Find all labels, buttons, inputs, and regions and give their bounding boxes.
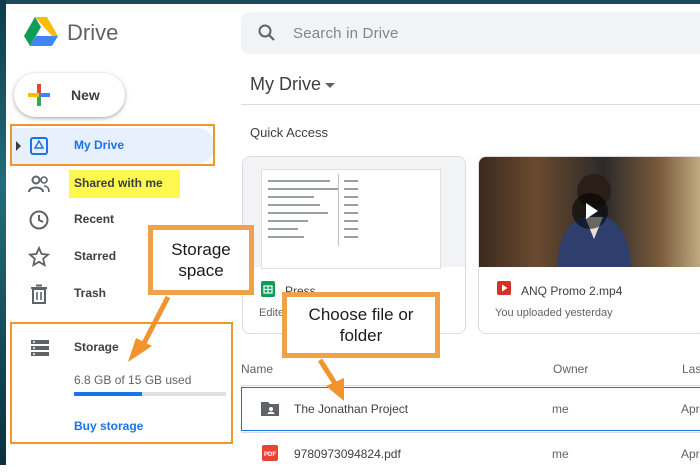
new-button-label: New [71, 87, 100, 103]
column-header-owner[interactable]: Owner [553, 362, 588, 376]
app-header: Drive Search in Drive [6, 4, 700, 62]
sheets-icon [261, 281, 275, 297]
selected-row-outline [241, 387, 700, 431]
spreadsheet-preview [261, 169, 441, 269]
header-divider [241, 104, 700, 105]
play-button[interactable] [572, 193, 608, 229]
play-icon [586, 203, 598, 219]
storage-callout: Storage space [148, 225, 254, 295]
plus-icon [28, 84, 50, 106]
card-subtitle: Edite [259, 307, 285, 319]
sidebar-item-label: Starred [74, 249, 117, 263]
sidebar-item-label: Shared with me [74, 176, 163, 190]
search-input[interactable]: Search in Drive [293, 25, 399, 42]
row-divider [241, 385, 700, 386]
choose-callout-text: Choose file or folder [308, 305, 414, 345]
card-name: ANQ Promo 2.mp4 [521, 284, 623, 298]
quick-access-card[interactable]: ANQ Promo 2.mp4 You uploaded yesterday [478, 156, 700, 334]
trash-icon [31, 284, 47, 304]
table-row[interactable]: PDF 9780973094824.pdf me Apr [241, 433, 700, 475]
search-bar[interactable]: Search in Drive [241, 12, 700, 54]
clock-icon [29, 210, 49, 230]
screen-edge-left [0, 0, 6, 465]
file-name: 9780973094824.pdf [294, 447, 401, 461]
my-drive-annotation-box [10, 124, 215, 166]
column-header-name[interactable]: Name [241, 362, 273, 376]
app-brand: Drive [67, 20, 119, 45]
pdf-icon: PDF [262, 445, 278, 461]
drive-logo-icon[interactable] [24, 16, 58, 48]
new-button[interactable]: New [14, 73, 125, 117]
file-modified: Apr [681, 447, 700, 461]
shared-icon [28, 175, 50, 193]
column-header-modified[interactable]: Las [682, 362, 700, 376]
card-thumbnail [243, 157, 465, 269]
storage-annotation-box [10, 322, 233, 444]
video-file-icon [497, 281, 511, 295]
card-subtitle: You uploaded yesterday [495, 307, 613, 319]
star-icon [28, 246, 50, 268]
search-icon[interactable] [257, 23, 277, 43]
storage-callout-text: Storage space [171, 240, 231, 280]
card-thumbnail [479, 157, 700, 267]
choose-callout: Choose file or folder [282, 292, 440, 358]
svg-text:PDF: PDF [264, 452, 276, 458]
file-owner: me [552, 447, 569, 461]
sidebar-item-label: Trash [74, 286, 107, 300]
chevron-down-icon[interactable] [325, 83, 335, 88]
page-title[interactable]: My Drive [250, 74, 321, 95]
quick-access-heading: Quick Access [250, 125, 329, 140]
sidebar-item-shared[interactable]: Shared with me [10, 166, 215, 202]
sidebar-item-label: Recent [74, 212, 115, 226]
